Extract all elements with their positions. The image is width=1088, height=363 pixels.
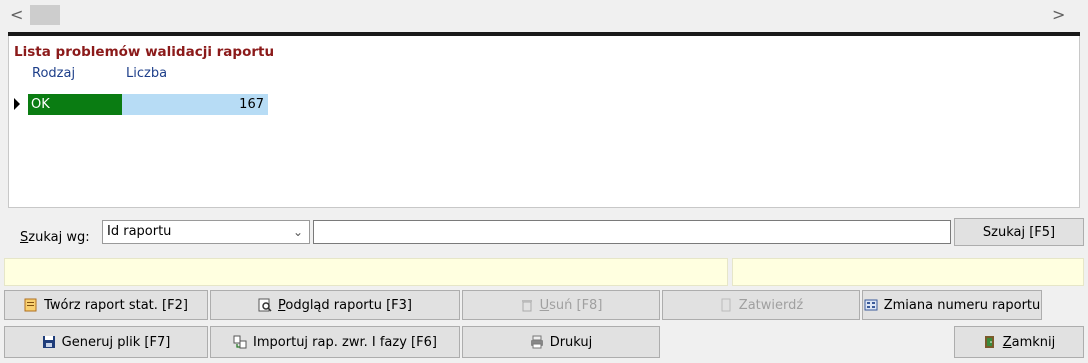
status-bar-left [4, 258, 728, 286]
import-reports-button[interactable]: Importuj rap. zwr. I fazy [F6] [210, 326, 460, 358]
trash-icon [520, 298, 534, 312]
generate-file-button[interactable]: Generuj plik [F7] [4, 326, 208, 358]
panel-title: Lista problemów walidacji raportu [14, 44, 275, 60]
report-add-icon [24, 298, 38, 312]
search-field-select[interactable]: Id raportu ⌄ [102, 220, 310, 244]
search-label: Szukaj wg: [20, 230, 90, 245]
print-button[interactable]: Drukuj [462, 326, 660, 358]
table-cell-rodzaj[interactable]: OK [28, 94, 122, 115]
column-header-liczba[interactable]: Liczba [126, 64, 168, 84]
chevron-down-icon: ⌄ [292, 225, 303, 239]
save-icon [42, 335, 56, 349]
column-header-rodzaj[interactable]: Rodzaj [32, 64, 76, 84]
create-stat-report-button[interactable]: Twórz raport stat. [F2] [4, 290, 208, 320]
delete-button[interactable]: Usuń [F8] [462, 290, 660, 320]
validation-panel [8, 36, 1080, 208]
document-check-icon [719, 298, 733, 312]
printer-icon [530, 335, 544, 349]
current-row-icon [14, 98, 20, 110]
scroll-right-icon[interactable]: > [1052, 6, 1065, 24]
approve-button[interactable]: Zatwierdź [662, 290, 860, 320]
import-icon [233, 335, 247, 349]
change-report-number-button[interactable]: Zmiana numeru raportu [862, 290, 1042, 320]
preview-report-button[interactable]: Podgląd raportu [F3] [210, 290, 460, 320]
table-cell-liczba[interactable]: 167 [122, 94, 268, 115]
scroll-left-icon[interactable]: < [10, 6, 23, 24]
horizontal-scrollbar[interactable] [0, 0, 1088, 30]
status-bar-right [732, 258, 1084, 286]
search-button[interactable]: Szukaj [F5] [954, 218, 1084, 246]
scroll-thumb[interactable] [30, 5, 60, 25]
close-button[interactable]: Zamknij [954, 326, 1084, 358]
numbering-icon [864, 298, 878, 312]
search-input[interactable] [313, 220, 951, 244]
exit-door-icon [983, 335, 997, 349]
magnifier-page-icon [258, 298, 272, 312]
